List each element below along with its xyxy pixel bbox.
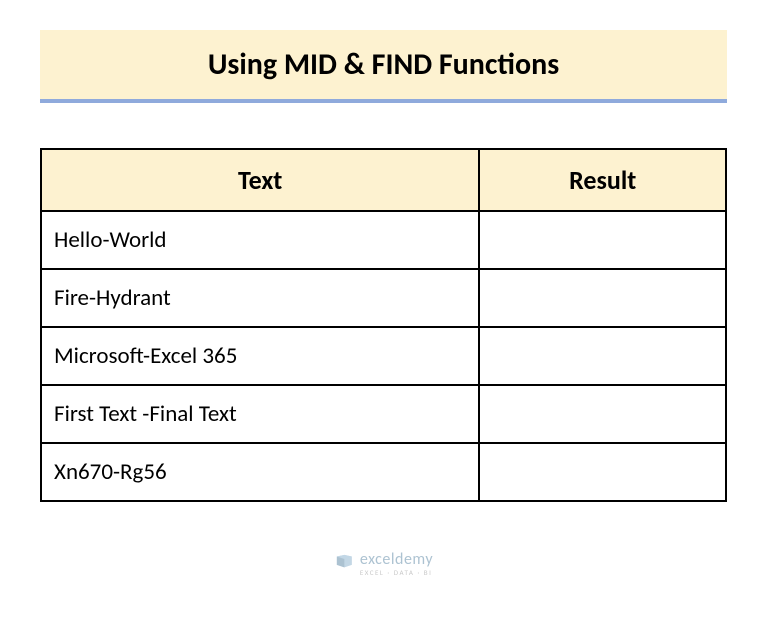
table-row: First Text -Final Text <box>41 385 726 443</box>
title-banner: Using MID & FIND Functions <box>40 30 727 103</box>
watermark-tagline: EXCEL · DATA · BI <box>360 569 433 576</box>
cell-result <box>479 211 726 269</box>
table-row: Xn670-Rg56 <box>41 443 726 501</box>
header-result: Result <box>479 149 726 211</box>
table-header-row: Text Result <box>41 149 726 211</box>
page-title: Using MID & FIND Functions <box>40 46 727 83</box>
cell-result <box>479 443 726 501</box>
cell-result <box>479 327 726 385</box>
table-row: Hello-World <box>41 211 726 269</box>
cell-result <box>479 269 726 327</box>
data-table: Text Result Hello-World Fire-Hydrant Mic… <box>40 148 727 502</box>
logo-icon <box>334 554 354 574</box>
watermark-text: exceldemy EXCEL · DATA · BI <box>360 552 433 576</box>
document-container: Using MID & FIND Functions Text Result H… <box>0 0 767 532</box>
watermark-brand: exceldemy <box>360 552 433 568</box>
cell-text: Hello-World <box>41 211 479 269</box>
cell-text: Xn670-Rg56 <box>41 443 479 501</box>
cell-text: Fire-Hydrant <box>41 269 479 327</box>
cell-result <box>479 385 726 443</box>
table-row: Fire-Hydrant <box>41 269 726 327</box>
watermark: exceldemy EXCEL · DATA · BI <box>334 552 433 576</box>
table-row: Microsoft-Excel 365 <box>41 327 726 385</box>
cell-text: Microsoft-Excel 365 <box>41 327 479 385</box>
cell-text: First Text -Final Text <box>41 385 479 443</box>
header-text: Text <box>41 149 479 211</box>
